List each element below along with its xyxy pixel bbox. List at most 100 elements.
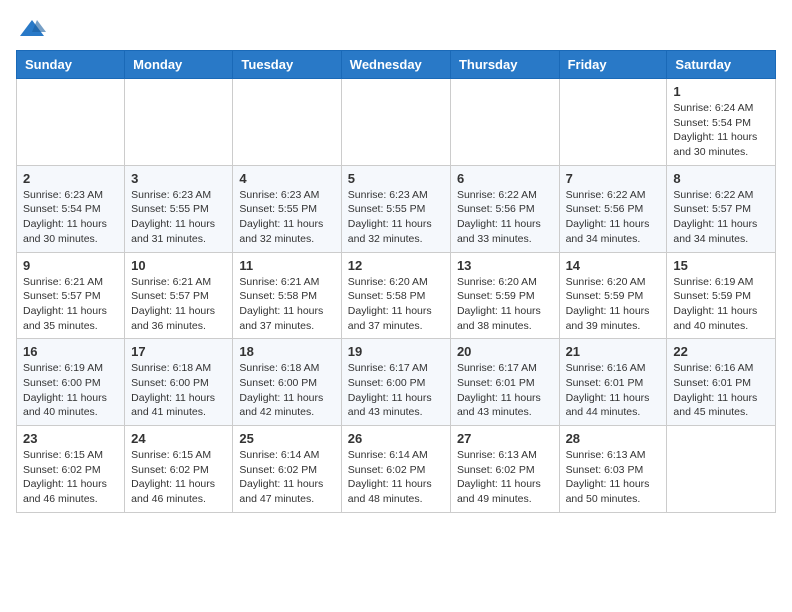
- calendar-week-row: 23 Sunrise: 6:15 AM Sunset: 6:02 PM Dayli…: [17, 426, 776, 513]
- calendar-cell: 20 Sunrise: 6:17 AM Sunset: 6:01 PM Dayli…: [450, 339, 559, 426]
- calendar-table: SundayMondayTuesdayWednesdayThursdayFrid…: [16, 50, 776, 513]
- day-detail: Sunrise: 6:19 AM Sunset: 5:59 PM Dayligh…: [673, 275, 769, 334]
- day-number: 7: [566, 171, 661, 186]
- day-detail: Sunrise: 6:14 AM Sunset: 6:02 PM Dayligh…: [239, 448, 334, 507]
- day-number: 17: [131, 344, 226, 359]
- calendar-cell: [17, 79, 125, 166]
- calendar-cell: 14 Sunrise: 6:20 AM Sunset: 5:59 PM Dayli…: [559, 252, 667, 339]
- calendar-cell: 21 Sunrise: 6:16 AM Sunset: 6:01 PM Dayli…: [559, 339, 667, 426]
- day-detail: Sunrise: 6:13 AM Sunset: 6:02 PM Dayligh…: [457, 448, 553, 507]
- day-number: 4: [239, 171, 334, 186]
- calendar-col-sunday: Sunday: [17, 51, 125, 79]
- day-detail: Sunrise: 6:16 AM Sunset: 6:01 PM Dayligh…: [673, 361, 769, 420]
- day-number: 5: [348, 171, 444, 186]
- day-number: 2: [23, 171, 118, 186]
- day-number: 26: [348, 431, 444, 446]
- calendar-cell: 25 Sunrise: 6:14 AM Sunset: 6:02 PM Dayli…: [233, 426, 341, 513]
- day-number: 27: [457, 431, 553, 446]
- day-number: 8: [673, 171, 769, 186]
- day-detail: Sunrise: 6:20 AM Sunset: 5:59 PM Dayligh…: [566, 275, 661, 334]
- day-number: 13: [457, 258, 553, 273]
- day-detail: Sunrise: 6:18 AM Sunset: 6:00 PM Dayligh…: [131, 361, 226, 420]
- day-detail: Sunrise: 6:16 AM Sunset: 6:01 PM Dayligh…: [566, 361, 661, 420]
- day-detail: Sunrise: 6:21 AM Sunset: 5:58 PM Dayligh…: [239, 275, 334, 334]
- calendar-cell: 9 Sunrise: 6:21 AM Sunset: 5:57 PM Daylig…: [17, 252, 125, 339]
- page-header: [16, 16, 776, 40]
- day-number: 11: [239, 258, 334, 273]
- day-detail: Sunrise: 6:20 AM Sunset: 5:59 PM Dayligh…: [457, 275, 553, 334]
- calendar-cell: 2 Sunrise: 6:23 AM Sunset: 5:54 PM Daylig…: [17, 165, 125, 252]
- calendar-col-wednesday: Wednesday: [341, 51, 450, 79]
- logo: [16, 16, 46, 40]
- calendar-header-row: SundayMondayTuesdayWednesdayThursdayFrid…: [17, 51, 776, 79]
- calendar-cell: 22 Sunrise: 6:16 AM Sunset: 6:01 PM Dayli…: [667, 339, 776, 426]
- day-number: 24: [131, 431, 226, 446]
- calendar-cell: [341, 79, 450, 166]
- day-detail: Sunrise: 6:22 AM Sunset: 5:56 PM Dayligh…: [566, 188, 661, 247]
- day-number: 16: [23, 344, 118, 359]
- calendar-cell: 10 Sunrise: 6:21 AM Sunset: 5:57 PM Dayli…: [125, 252, 233, 339]
- day-detail: Sunrise: 6:21 AM Sunset: 5:57 PM Dayligh…: [23, 275, 118, 334]
- day-detail: Sunrise: 6:24 AM Sunset: 5:54 PM Dayligh…: [673, 101, 769, 160]
- day-number: 3: [131, 171, 226, 186]
- day-number: 9: [23, 258, 118, 273]
- calendar-week-row: 1 Sunrise: 6:24 AM Sunset: 5:54 PM Daylig…: [17, 79, 776, 166]
- day-number: 6: [457, 171, 553, 186]
- calendar-cell: 19 Sunrise: 6:17 AM Sunset: 6:00 PM Dayli…: [341, 339, 450, 426]
- calendar-cell: 6 Sunrise: 6:22 AM Sunset: 5:56 PM Daylig…: [450, 165, 559, 252]
- day-detail: Sunrise: 6:15 AM Sunset: 6:02 PM Dayligh…: [23, 448, 118, 507]
- day-detail: Sunrise: 6:23 AM Sunset: 5:55 PM Dayligh…: [239, 188, 334, 247]
- day-number: 14: [566, 258, 661, 273]
- day-number: 28: [566, 431, 661, 446]
- day-number: 20: [457, 344, 553, 359]
- calendar-cell: [450, 79, 559, 166]
- calendar-cell: 12Sunrise: 6:20 AM Sunset: 5:58 PM Dayli…: [341, 252, 450, 339]
- day-number: 15: [673, 258, 769, 273]
- calendar-cell: 7 Sunrise: 6:22 AM Sunset: 5:56 PM Daylig…: [559, 165, 667, 252]
- day-detail: Sunrise: 6:23 AM Sunset: 5:55 PM Dayligh…: [131, 188, 226, 247]
- day-detail: Sunrise: 6:21 AM Sunset: 5:57 PM Dayligh…: [131, 275, 226, 334]
- day-detail: Sunrise: 6:22 AM Sunset: 5:56 PM Dayligh…: [457, 188, 553, 247]
- day-number: 19: [348, 344, 444, 359]
- day-number: 1: [673, 84, 769, 99]
- calendar-cell: 26 Sunrise: 6:14 AM Sunset: 6:02 PM Dayli…: [341, 426, 450, 513]
- day-detail: Sunrise: 6:23 AM Sunset: 5:54 PM Dayligh…: [23, 188, 118, 247]
- day-number: 12: [348, 258, 444, 273]
- calendar-cell: 5 Sunrise: 6:23 AM Sunset: 5:55 PM Daylig…: [341, 165, 450, 252]
- calendar-cell: 17 Sunrise: 6:18 AM Sunset: 6:00 PM Dayli…: [125, 339, 233, 426]
- calendar-col-tuesday: Tuesday: [233, 51, 341, 79]
- calendar-col-monday: Monday: [125, 51, 233, 79]
- calendar-col-friday: Friday: [559, 51, 667, 79]
- calendar-cell: 18 Sunrise: 6:18 AM Sunset: 6:00 PM Dayli…: [233, 339, 341, 426]
- calendar-cell: 11 Sunrise: 6:21 AM Sunset: 5:58 PM Dayli…: [233, 252, 341, 339]
- day-detail: Sunrise: 6:19 AM Sunset: 6:00 PM Dayligh…: [23, 361, 118, 420]
- calendar-week-row: 9 Sunrise: 6:21 AM Sunset: 5:57 PM Daylig…: [17, 252, 776, 339]
- logo-icon: [18, 16, 46, 44]
- day-detail: Sunrise: 6:17 AM Sunset: 6:01 PM Dayligh…: [457, 361, 553, 420]
- day-number: 21: [566, 344, 661, 359]
- calendar-cell: 16 Sunrise: 6:19 AM Sunset: 6:00 PM Dayli…: [17, 339, 125, 426]
- day-detail: Sunrise: 6:22 AM Sunset: 5:57 PM Dayligh…: [673, 188, 769, 247]
- day-detail: Sunrise: 6:18 AM Sunset: 6:00 PM Dayligh…: [239, 361, 334, 420]
- day-detail: Sunrise: 6:23 AM Sunset: 5:55 PM Dayligh…: [348, 188, 444, 247]
- day-number: 10: [131, 258, 226, 273]
- day-number: 18: [239, 344, 334, 359]
- calendar-cell: 28 Sunrise: 6:13 AM Sunset: 6:03 PM Dayli…: [559, 426, 667, 513]
- calendar-cell: 4 Sunrise: 6:23 AM Sunset: 5:55 PM Daylig…: [233, 165, 341, 252]
- day-number: 23: [23, 431, 118, 446]
- calendar-cell: 1 Sunrise: 6:24 AM Sunset: 5:54 PM Daylig…: [667, 79, 776, 166]
- day-detail: Sunrise: 6:13 AM Sunset: 6:03 PM Dayligh…: [566, 448, 661, 507]
- calendar-col-thursday: Thursday: [450, 51, 559, 79]
- day-detail: Sunrise: 6:14 AM Sunset: 6:02 PM Dayligh…: [348, 448, 444, 507]
- day-detail: Sunrise: 6:15 AM Sunset: 6:02 PM Dayligh…: [131, 448, 226, 507]
- day-number: 22: [673, 344, 769, 359]
- calendar-cell: 13 Sunrise: 6:20 AM Sunset: 5:59 PM Dayli…: [450, 252, 559, 339]
- day-detail: Sunrise: 6:17 AM Sunset: 6:00 PM Dayligh…: [348, 361, 444, 420]
- calendar-cell: 15 Sunrise: 6:19 AM Sunset: 5:59 PM Dayli…: [667, 252, 776, 339]
- calendar-cell: [667, 426, 776, 513]
- calendar-col-saturday: Saturday: [667, 51, 776, 79]
- calendar-cell: 8 Sunrise: 6:22 AM Sunset: 5:57 PM Daylig…: [667, 165, 776, 252]
- calendar-cell: [559, 79, 667, 166]
- day-number: 25: [239, 431, 334, 446]
- calendar-week-row: 2 Sunrise: 6:23 AM Sunset: 5:54 PM Daylig…: [17, 165, 776, 252]
